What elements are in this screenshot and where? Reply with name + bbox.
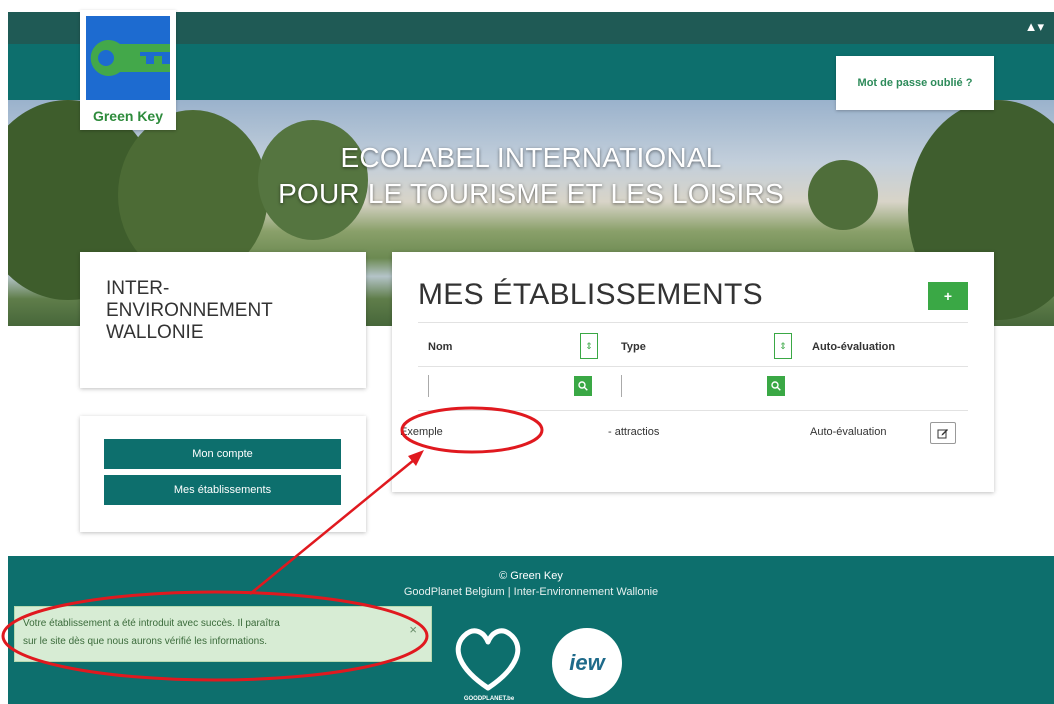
establishments-panel: MES ÉTABLISSEMENTS + Nom ⇕ Type ⇕ Auto-é… bbox=[392, 252, 994, 492]
search-name-icon[interactable] bbox=[574, 376, 592, 396]
sort-name-icon[interactable]: ⇕ bbox=[580, 333, 598, 359]
establishment-name[interactable]: Exemple bbox=[400, 426, 443, 438]
my-establishments-button[interactable]: Mes établissements bbox=[104, 475, 341, 505]
type-filter-input[interactable] bbox=[621, 375, 763, 397]
organization-card: INTER- ENVIRONNEMENT WALLONIE bbox=[80, 252, 366, 388]
my-account-button[interactable]: Mon compte bbox=[104, 439, 341, 469]
hero-line-2: POUR LE TOURISME ET LES LOISIRS bbox=[278, 178, 784, 209]
iew-logo[interactable]: iew bbox=[552, 628, 622, 698]
notification-text-line: Votre établissement a été introduit avec… bbox=[23, 618, 280, 629]
org-name-line: ENVIRONNEMENT bbox=[106, 300, 273, 321]
column-header-name: Nom bbox=[428, 341, 453, 353]
key-icon bbox=[86, 16, 170, 100]
org-name-line: WALLONIE bbox=[106, 322, 204, 343]
sidebar-nav: Mon compte Mes établissements bbox=[80, 416, 366, 532]
column-header-auto-evaluation: Auto-évaluation bbox=[812, 341, 896, 353]
add-establishment-button[interactable]: + bbox=[928, 282, 968, 310]
divider bbox=[418, 322, 968, 323]
success-notification: Votre établissement a été introduit avec… bbox=[14, 606, 432, 662]
notification-text-line: sur le site dès que nous aurons vérifié … bbox=[23, 636, 268, 647]
name-filter-input[interactable] bbox=[428, 375, 570, 397]
footer-copyright: © Green Key bbox=[499, 570, 563, 582]
sort-type-icon[interactable]: ⇕ bbox=[774, 333, 792, 359]
goodplanet-heart-icon[interactable] bbox=[448, 618, 528, 704]
column-header-type: Type bbox=[621, 341, 646, 353]
logo-text: Green Key bbox=[92, 108, 164, 124]
forgot-password-link[interactable]: Mot de passe oublié ? bbox=[836, 56, 994, 110]
edit-icon[interactable] bbox=[930, 422, 956, 444]
divider bbox=[418, 366, 968, 367]
hero-line-1: ECOLABEL INTERNATIONAL bbox=[340, 142, 722, 173]
auto-evaluation-status: Auto-évaluation bbox=[810, 426, 887, 438]
footer-links[interactable]: GoodPlanet Belgium | Inter-Environnement… bbox=[8, 586, 1054, 598]
plus-icon: + bbox=[943, 288, 953, 304]
hero-title: ECOLABEL INTERNATIONAL POUR LE TOURISME … bbox=[8, 140, 1054, 212]
goodplanet-logo-text: GOODPLANET.be bbox=[463, 696, 515, 702]
org-name-line: INTER- bbox=[106, 278, 170, 299]
establishment-type: - attractios bbox=[608, 426, 660, 438]
divider bbox=[418, 410, 968, 411]
close-icon[interactable]: × bbox=[409, 621, 417, 639]
user-menu-icon[interactable]: ▲▾ bbox=[1025, 19, 1044, 35]
page-title: MES ÉTABLISSEMENTS bbox=[418, 278, 763, 311]
search-type-icon[interactable] bbox=[767, 376, 785, 396]
green-key-logo[interactable]: Green Key bbox=[80, 10, 176, 130]
